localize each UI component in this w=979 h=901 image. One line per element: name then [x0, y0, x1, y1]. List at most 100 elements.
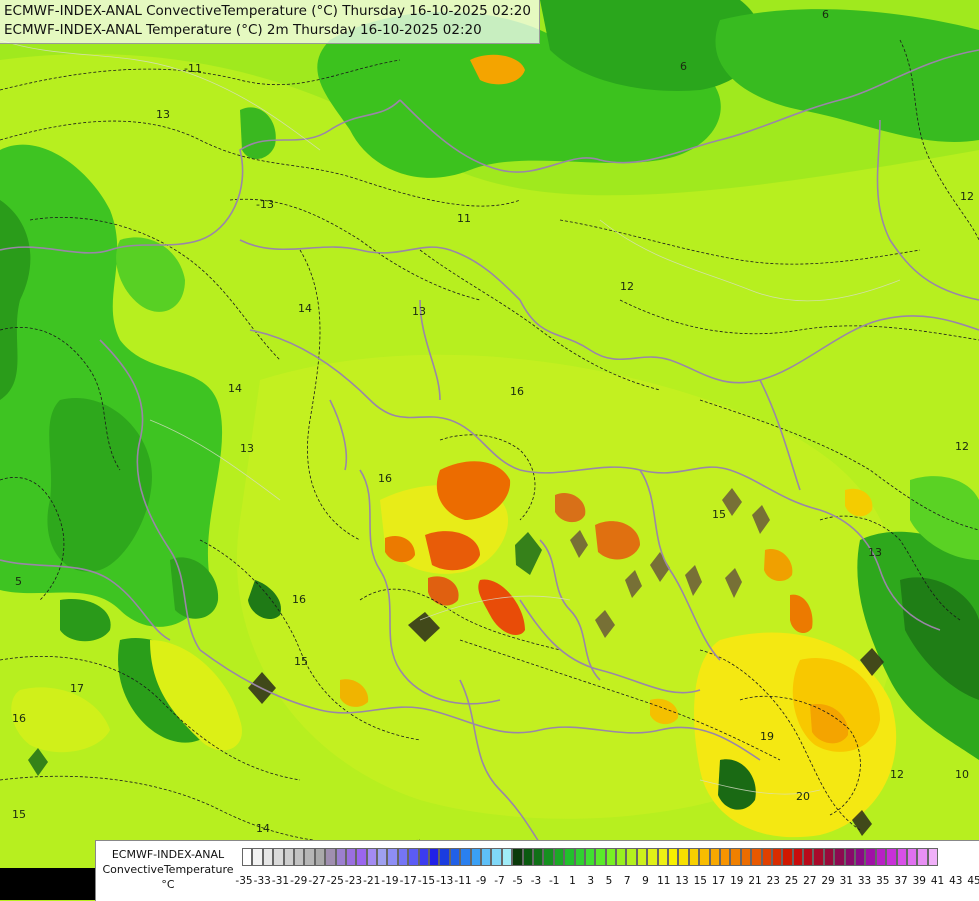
legend-tick-label: 23 [766, 875, 780, 887]
legend-swatch [335, 848, 346, 866]
contour-label: 11 [457, 212, 471, 225]
legend-tick-label: 15 [693, 875, 707, 887]
legend-swatch [366, 848, 378, 866]
legend-tick-label: -7 [494, 875, 505, 887]
legend-swatch [314, 848, 326, 866]
legend-tick-label: 11 [657, 875, 671, 887]
legend-tick-label: 27 [803, 875, 817, 887]
legend-swatch [429, 848, 440, 866]
legend-swatch [678, 848, 689, 866]
contour-label: 13 [240, 442, 254, 455]
legend-swatch [356, 848, 367, 866]
legend-swatch [605, 848, 617, 866]
legend-title: ECMWF-INDEX-ANAL ConvectiveTemperature °… [98, 847, 238, 892]
legend-tick-label: -23 [344, 875, 363, 887]
legend-swatch [242, 848, 253, 866]
legend-tick-label: 37 [894, 875, 908, 887]
legend-tick-label: 39 [912, 875, 926, 887]
contour-label: 15 [712, 508, 726, 521]
legend-swatch [439, 848, 450, 866]
legend-swatch [325, 848, 336, 866]
legend-swatch [668, 848, 679, 866]
legend-title-line-1: ECMWF-INDEX-ANAL [111, 848, 225, 861]
legend-swatch [377, 848, 388, 866]
contour-label: 16 [12, 712, 26, 725]
legend-swatch [273, 848, 284, 866]
legend-swatch [813, 848, 824, 866]
legend-swatch [730, 848, 741, 866]
legend-color-bar [242, 848, 939, 866]
contour-label: 14 [256, 822, 270, 835]
legend-tick-label: -25 [326, 875, 344, 887]
legend-swatch [460, 848, 471, 866]
legend-swatch [761, 848, 772, 866]
weather-map: -1113-1311131414131616121212151316151716… [0, 0, 979, 900]
contour-label: 14 [228, 382, 242, 395]
legend-swatch [262, 848, 274, 866]
legend-swatch [543, 848, 554, 866]
legend-swatch [907, 848, 918, 866]
legend-tick-label: -5 [512, 875, 523, 887]
legend-swatch [771, 848, 783, 866]
legend-tick-labels: -35 -33 -31 -29 -27 -25 -23 -21 -19 -17 -15 -13 -11-… [235, 875, 979, 889]
legend-swatch [595, 848, 606, 866]
legend-swatch [501, 848, 513, 866]
legend-swatch [491, 848, 502, 866]
legend-swatch [740, 848, 752, 866]
legend-swatch [917, 848, 928, 866]
legend-tick-label: -15 [417, 875, 436, 887]
legend-swatch [636, 848, 648, 866]
contour-label: 20 [796, 790, 810, 803]
legend-tick-label: 19 [730, 875, 744, 887]
legend-swatch [688, 848, 700, 866]
legend-swatch [345, 848, 357, 866]
legend-tick-label: -13 [436, 875, 454, 887]
legend-swatch [855, 848, 866, 866]
legend-unit: °C [161, 878, 175, 891]
legend-tick-label: 35 [876, 875, 890, 887]
contour-label: 16 [292, 593, 306, 606]
legend-tick-label: -11 [454, 875, 472, 887]
contour-label: 16 [510, 385, 524, 398]
legend-tick-label: 31 [839, 875, 853, 887]
legend-swatch [803, 848, 814, 866]
contour-label: 14 [298, 302, 312, 315]
contour-label: 6 [680, 60, 687, 73]
legend-swatch [418, 848, 430, 866]
color-legend: ECMWF-INDEX-ANAL ConvectiveTemperature °… [95, 840, 979, 901]
legend-tick-label: 29 [821, 875, 835, 887]
contour-label: -11 [184, 62, 202, 75]
legend-swatch [927, 848, 939, 866]
legend-tick-label: 5 [605, 875, 613, 887]
title-box: ECMWF-INDEX-ANAL ConvectiveTemperature (… [0, 0, 540, 44]
contour-label: 5 [15, 575, 22, 588]
legend-swatch [875, 848, 887, 866]
legend-tick-label: -35 [235, 875, 253, 887]
contour-label: 15 [12, 808, 26, 821]
legend-swatch [553, 848, 565, 866]
legend-swatch [449, 848, 461, 866]
contour-label: 12 [890, 768, 904, 781]
legend-tick-label: -1 [549, 875, 560, 887]
legend-swatch [699, 848, 710, 866]
legend-tick-label: 13 [675, 875, 689, 887]
legend-swatch [408, 848, 419, 866]
legend-tick-label: 25 [784, 875, 799, 887]
legend-swatch [387, 848, 398, 866]
contour-label: 6 [822, 8, 829, 21]
legend-tick-label: 21 [748, 875, 762, 887]
legend-swatch [782, 848, 793, 866]
legend-tick-label: 9 [642, 875, 649, 887]
legend-tick-label: -33 [253, 875, 271, 887]
legend-swatch [293, 848, 305, 866]
legend-swatch [304, 848, 315, 866]
legend-tick-label: -19 [381, 875, 399, 887]
legend-swatch [574, 848, 585, 866]
contour-label: 16 [378, 472, 392, 485]
legend-swatch [865, 848, 876, 866]
legend-swatch [709, 848, 720, 866]
legend-tick-label: 33 [857, 875, 872, 887]
contour-label: 12 [620, 280, 634, 293]
legend-tick-label: 45 [967, 875, 979, 887]
legend-swatch [470, 848, 481, 866]
